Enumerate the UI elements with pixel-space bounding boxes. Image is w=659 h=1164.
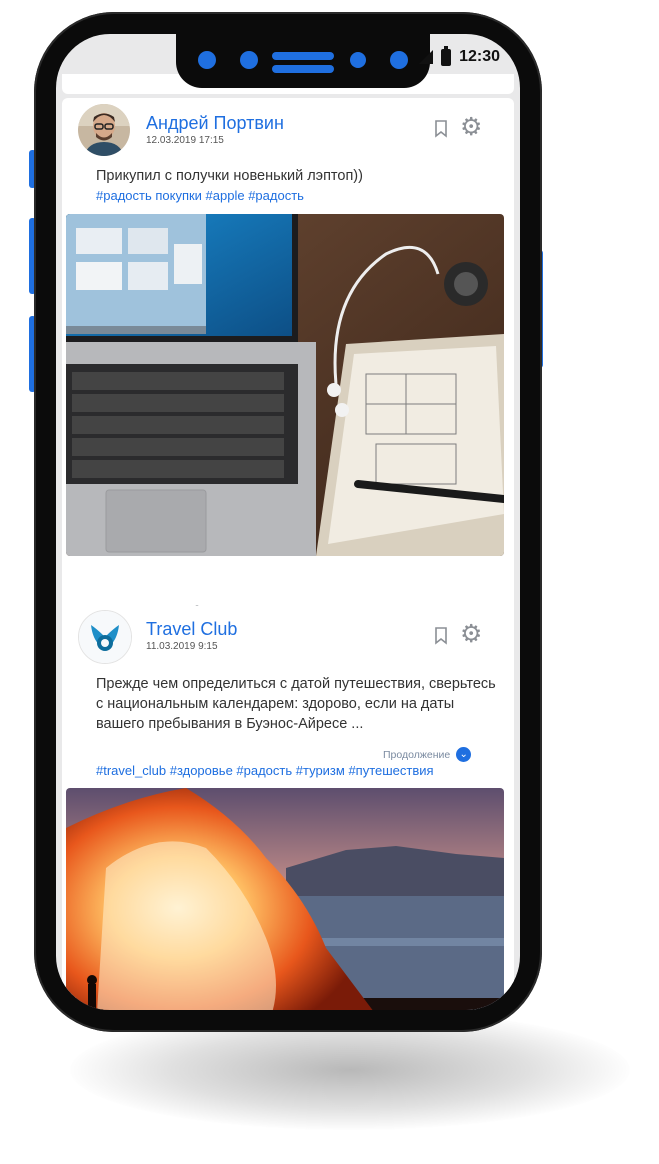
read-more-label: Продолжение (383, 748, 451, 761)
post-date: 11.03.2019 9:15 (146, 641, 218, 652)
chevron-down-icon: ⌄ (456, 747, 472, 762)
speaker-grille (272, 65, 334, 73)
status-time: 12:30 (459, 48, 500, 65)
post-hashtags[interactable]: #радость покупки #apple #радость (96, 188, 304, 203)
settings-gear-icon[interactable]: ⚙ (460, 115, 482, 140)
phone-frame: 12:30 Андрей Портвин 12.03.2019 17:15 ⚙ … (34, 12, 542, 1032)
post-text: Прежде чем определиться с датой путешест… (96, 676, 496, 732)
speaker-grille (272, 52, 334, 60)
battery-icon (441, 45, 452, 66)
post-text: Прикупил с получки новенький лэптоп)) (96, 168, 363, 184)
author-avatar[interactable] (78, 610, 132, 664)
post-date: 12.03.2019 17:15 (146, 135, 224, 146)
post-author[interactable]: Travel Club (146, 619, 237, 640)
post-photo-bonfire[interactable] (66, 788, 504, 1010)
feed[interactable]: Андрей Портвин 12.03.2019 17:15 ⚙ Прикуп… (56, 34, 520, 1010)
bookmark-icon[interactable] (434, 627, 448, 645)
settings-gear-icon[interactable]: ⚙ (460, 622, 482, 647)
post-hashtags[interactable]: #travel_club #здоровье #радость #туризм … (96, 763, 434, 778)
status-bar: 12:30 (419, 45, 500, 66)
post-photo-laptop[interactable] (66, 214, 504, 556)
read-more-link[interactable]: Продолжение ⌄ (383, 747, 472, 762)
camera-dot (390, 51, 408, 69)
notch (176, 34, 430, 88)
phone-screen: 12:30 Андрей Портвин 12.03.2019 17:15 ⚙ … (56, 34, 520, 1010)
post-author[interactable]: Андрей Портвин (146, 113, 284, 134)
signal-icon (419, 50, 434, 64)
author-avatar[interactable] (78, 104, 130, 156)
sensor-dot (350, 52, 366, 68)
bookmark-icon[interactable] (434, 120, 448, 138)
sensor-dot (198, 51, 216, 69)
camera-dot (240, 51, 258, 69)
